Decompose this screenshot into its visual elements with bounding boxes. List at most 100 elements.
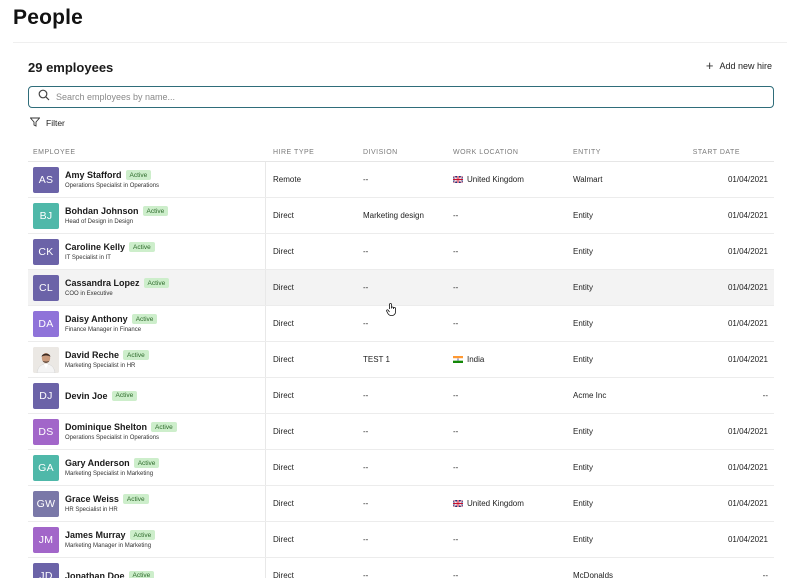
entity-cell: Acme Inc bbox=[573, 391, 607, 400]
status-badge: Active bbox=[142, 206, 169, 216]
employee-cell[interactable]: BJ Bohdan Johnson Active Head of Design in … bbox=[28, 198, 266, 233]
search-input[interactable] bbox=[56, 92, 736, 102]
status-badge: Active bbox=[123, 350, 149, 360]
table-row[interactable]: JD Jonathan Doe Active Direct -- -- McDonalds -… bbox=[28, 558, 774, 578]
employee-info: David Reche Active Marketing Specialist in… bbox=[65, 350, 149, 369]
work-location-cell: -- bbox=[446, 211, 566, 220]
work-location-cell: -- bbox=[446, 535, 566, 544]
table-row[interactable]: CK Caroline Kelly Active IT Specialist in I… bbox=[28, 234, 774, 270]
hire-type-cell: Direct bbox=[273, 211, 294, 220]
search-box[interactable] bbox=[28, 86, 774, 108]
employee-name[interactable]: Dominique Shelton bbox=[65, 422, 147, 432]
entity-cell: Entity bbox=[573, 463, 594, 472]
employee-cell[interactable]: CK Caroline Kelly Active IT Specialist in I… bbox=[28, 234, 266, 269]
start-date-cell: 01/04/2021 bbox=[727, 355, 768, 364]
employee-name[interactable]: David Reche bbox=[65, 350, 119, 360]
employee-cell[interactable]: DJ Devin Joe Active bbox=[28, 378, 266, 413]
hire-type-cell: Direct bbox=[273, 571, 294, 578]
employee-name[interactable]: Bohdan Johnson bbox=[65, 206, 139, 216]
division-cell: TEST 1 bbox=[363, 355, 390, 364]
employee-role: Head of Design in Design bbox=[65, 219, 134, 225]
hire-type-cell: Direct bbox=[273, 427, 294, 436]
employee-name[interactable]: Grace Weiss bbox=[65, 494, 119, 504]
start-date-cell: 01/04/2021 bbox=[727, 247, 768, 256]
start-date-cell: 01/04/2021 bbox=[727, 211, 768, 220]
avatar: DA bbox=[33, 310, 59, 337]
employee-name[interactable]: Gary Anderson bbox=[65, 458, 130, 468]
plus-icon: + bbox=[705, 58, 714, 73]
employee-cell[interactable]: DS Dominique Shelton Active Operations Spec… bbox=[28, 414, 266, 449]
work-location-cell: -- bbox=[446, 283, 566, 292]
status-badge: Active bbox=[143, 278, 170, 288]
employee-cell[interactable]: JM James Murray Active Marketing Manager in… bbox=[28, 522, 266, 557]
column-header-division[interactable]: DIVISION bbox=[356, 149, 446, 156]
employee-name[interactable]: Daisy Anthony bbox=[65, 314, 128, 324]
status-badge: Active bbox=[129, 530, 156, 540]
employee-name[interactable]: James Murray bbox=[65, 530, 126, 540]
work-location-text: -- bbox=[453, 571, 459, 578]
filter-button[interactable]: Filter bbox=[29, 117, 65, 129]
hire-type-cell: Direct bbox=[273, 247, 294, 256]
table-row[interactable]: JM James Murray Active Marketing Manager in… bbox=[28, 522, 774, 558]
hire-type-cell: Direct bbox=[273, 499, 294, 508]
employee-cell[interactable]: CL Cassandra Lopez Active COO in Executive bbox=[28, 270, 266, 305]
employee-cell[interactable]: DA Daisy Anthony Active Finance Manager in … bbox=[28, 306, 266, 341]
table-row[interactable]: AS Amy Stafford Active Operations Specialis… bbox=[28, 162, 774, 198]
table-row[interactable]: BJ Bohdan Johnson Active Head of Design in … bbox=[28, 198, 774, 234]
hire-type-cell: Direct bbox=[273, 463, 294, 472]
table-row[interactable]: CL Cassandra Lopez Active COO in Executive D… bbox=[28, 270, 774, 306]
hire-type-cell: Remote bbox=[273, 175, 302, 184]
table-row[interactable]: David Reche Active Marketing Specialist in… bbox=[28, 342, 774, 378]
add-new-hire-button[interactable]: + Add new hire bbox=[705, 58, 772, 73]
employee-name[interactable]: Jonathan Doe bbox=[65, 571, 125, 578]
table-row[interactable]: DA Daisy Anthony Active Finance Manager in … bbox=[28, 306, 774, 342]
start-date-cell: 01/04/2021 bbox=[727, 463, 768, 472]
employee-name[interactable]: Devin Joe bbox=[65, 391, 108, 401]
table-row[interactable]: GW Grace Weiss Active HR Specialist in HR Di… bbox=[28, 486, 774, 522]
employee-name[interactable]: Cassandra Lopez bbox=[65, 278, 140, 288]
hire-type-cell: Direct bbox=[273, 319, 294, 328]
work-location-text: United Kingdom bbox=[467, 499, 524, 508]
avatar: CK bbox=[33, 238, 59, 265]
employee-info: Amy Stafford Active Operations Specialist … bbox=[65, 170, 159, 189]
add-new-hire-label: Add new hire bbox=[719, 61, 772, 71]
column-header-work-location[interactable]: WORK LOCATION bbox=[446, 149, 566, 156]
employee-cell[interactable]: JD Jonathan Doe Active bbox=[28, 558, 266, 578]
avatar: CL bbox=[33, 274, 59, 301]
work-location-text: -- bbox=[453, 535, 459, 544]
status-badge: Active bbox=[131, 314, 158, 324]
start-date-cell: 01/04/2021 bbox=[727, 427, 768, 436]
status-badge: Active bbox=[129, 242, 155, 252]
employee-cell[interactable]: AS Amy Stafford Active Operations Specialis… bbox=[28, 162, 266, 197]
employee-name[interactable]: Caroline Kelly bbox=[65, 242, 125, 252]
entity-cell: Entity bbox=[573, 319, 594, 328]
column-header-employee[interactable]: EMPLOYEE bbox=[28, 149, 266, 156]
employee-cell[interactable]: GW Grace Weiss Active HR Specialist in HR bbox=[28, 486, 266, 521]
table-row[interactable]: GA Gary Anderson Active Marketing Specialis… bbox=[28, 450, 774, 486]
filter-icon bbox=[29, 117, 41, 129]
column-header-entity[interactable]: ENTITY bbox=[566, 149, 676, 156]
employee-role: HR Specialist in HR bbox=[65, 507, 118, 513]
start-date-cell: 01/04/2021 bbox=[727, 319, 768, 328]
employee-role: Marketing Manager in Marketing bbox=[65, 543, 152, 549]
employee-cell[interactable]: David Reche Active Marketing Specialist in… bbox=[28, 342, 266, 377]
table-row[interactable]: DS Dominique Shelton Active Operations Spec… bbox=[28, 414, 774, 450]
employee-name-line: Amy Stafford Active bbox=[65, 170, 159, 180]
work-location-cell: -- bbox=[446, 427, 566, 436]
work-location-cell: -- bbox=[446, 247, 566, 256]
filter-label: Filter bbox=[46, 118, 65, 128]
column-header-hire-type[interactable]: HIRE TYPE bbox=[266, 149, 356, 156]
avatar: DJ bbox=[33, 382, 59, 409]
avatar: AS bbox=[33, 166, 59, 193]
table-row[interactable]: DJ Devin Joe Active Direct -- -- Acme Inc -- bbox=[28, 378, 774, 414]
avatar: GA bbox=[33, 454, 59, 481]
employee-info: Gary Anderson Active Marketing Specialist … bbox=[65, 458, 160, 477]
status-badge: Active bbox=[151, 422, 177, 432]
employee-info: Devin Joe Active bbox=[65, 390, 138, 401]
employee-name[interactable]: Amy Stafford bbox=[65, 170, 122, 180]
work-location-text: -- bbox=[453, 427, 459, 436]
uk-flag-icon bbox=[453, 500, 463, 507]
column-header-start-date[interactable]: START DATE bbox=[676, 149, 774, 156]
employee-cell[interactable]: GA Gary Anderson Active Marketing Specialis… bbox=[28, 450, 266, 485]
employee-info: Cassandra Lopez Active COO in Executive bbox=[65, 278, 170, 297]
